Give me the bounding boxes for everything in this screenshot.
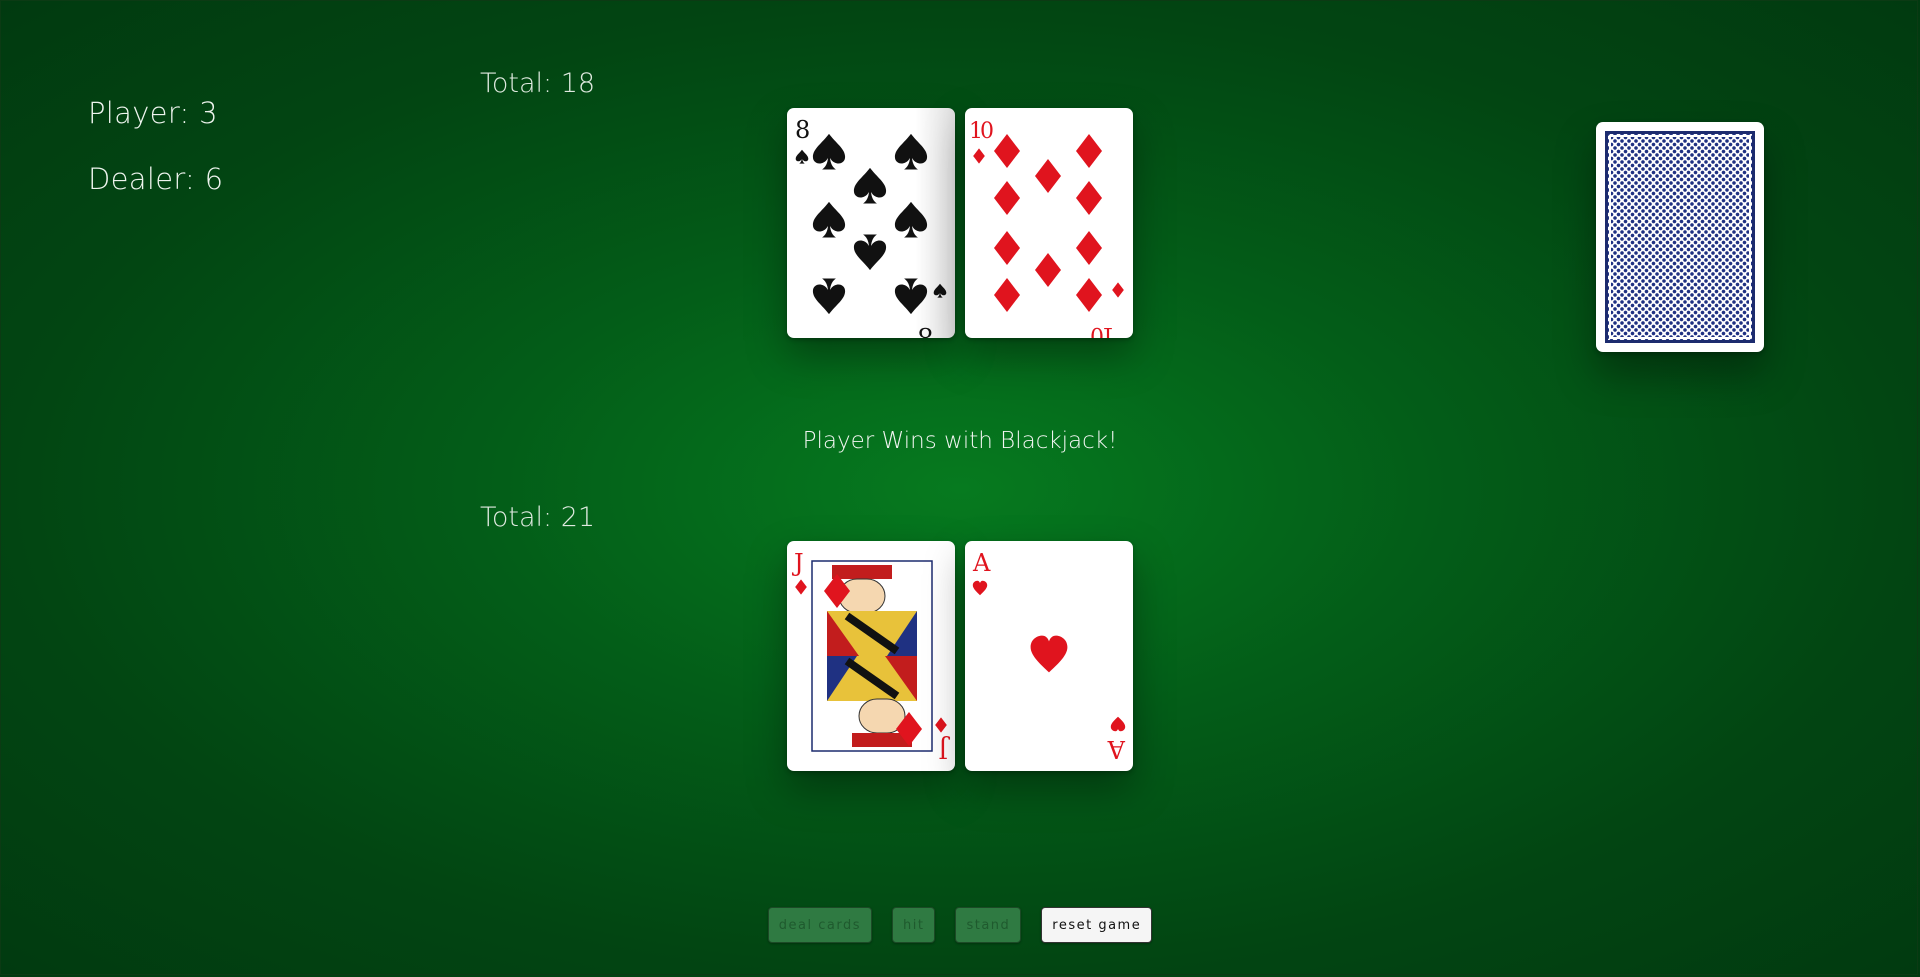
rank-label: A <box>972 549 991 577</box>
card-face: 10 10 <box>969 119 1124 338</box>
dealer-total: Total: 18 <box>480 68 596 99</box>
deal-cards-button[interactable]: deal cards <box>767 907 872 943</box>
player-card-jack-diamonds: J J <box>787 541 955 771</box>
jack-portrait <box>811 560 933 752</box>
hit-button[interactable]: hit <box>892 907 936 943</box>
rank-label-inverted: J <box>938 735 951 763</box>
card-face: A A <box>972 549 1126 763</box>
player-card-ace-hearts: A A <box>965 541 1133 771</box>
rank-label: 8 <box>795 116 810 144</box>
player-total: Total: 21 <box>480 502 596 533</box>
game-controls: deal cards hit stand reset game <box>0 907 1920 943</box>
rank-label-inverted: A <box>1107 735 1126 763</box>
card-back-pattern <box>1605 131 1755 343</box>
result-message: Player Wins with Blackjack! <box>802 428 1118 454</box>
rank-label: J <box>791 549 804 577</box>
stand-button[interactable]: stand <box>955 907 1022 943</box>
draw-deck[interactable] <box>1596 122 1764 352</box>
card-face: J J <box>791 549 951 763</box>
dealer-score: Dealer: 6 <box>88 162 224 196</box>
player-score: Player: 3 <box>88 96 218 130</box>
reset-game-button[interactable]: reset game <box>1041 907 1153 943</box>
dealer-card-8-spades: 8 8 <box>787 108 955 338</box>
card-shade <box>915 108 955 338</box>
rank-label-inverted: 10 <box>1091 322 1115 338</box>
rank-label: 10 <box>969 119 993 144</box>
dealer-card-10-diamonds: 10 10 <box>965 108 1133 338</box>
